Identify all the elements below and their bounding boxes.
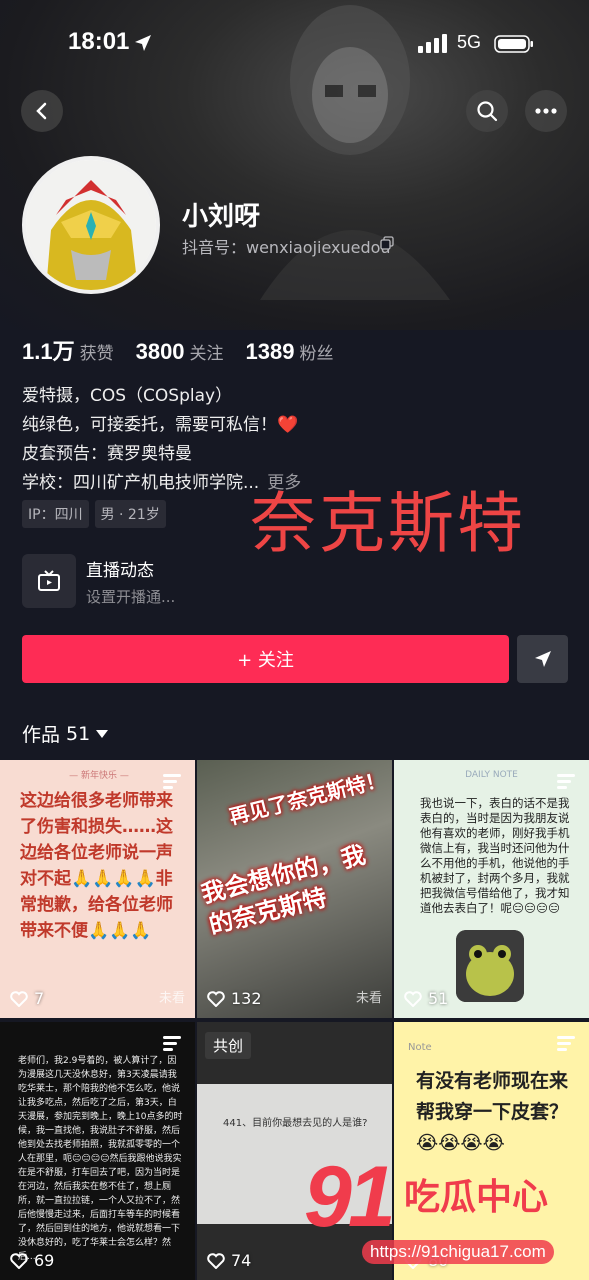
ip-tag: IP：四川 <box>22 500 89 528</box>
overlay-caption: 奈克斯特 <box>250 485 526 562</box>
heart-icon <box>10 1252 28 1269</box>
card-text: 老师们，我2.9号着的，被人算计了，因为漫展这几天没休息好，第3天凌晨请我吃华莱… <box>18 1056 183 1262</box>
card-question: 441、目前你最想去见的人是谁? <box>223 1118 368 1129</box>
stat-label: 粉丝 <box>299 344 334 364</box>
more-button[interactable] <box>525 90 567 132</box>
card-header: — 新年快乐 — <box>69 771 129 781</box>
profile-page: 18:01 5G 小刘呀 抖音号：wenxiaojiexuedou 1.1万 获… <box>0 0 589 1280</box>
location-arrow-icon <box>135 35 151 51</box>
status-bar: 18:01 5G <box>0 22 589 66</box>
stat-followers[interactable]: 1389 粉丝 <box>246 339 334 365</box>
copy-icon[interactable] <box>380 236 394 250</box>
stat-value: 1.1万 <box>22 339 75 364</box>
like-count: 7 <box>10 989 44 1008</box>
stat-likes[interactable]: 1.1万 获赞 <box>22 334 114 366</box>
video-card[interactable]: 再见了奈克斯特！ 我会想你的，我的奈克斯特 132 未看 <box>197 760 392 1018</box>
bio-line: 纯绿色，可接委托，需要可私信！❤️ <box>22 415 299 435</box>
video-card[interactable]: 老师们，我2.9号着的，被人算计了，因为漫展这几天没休息好，第3天凌晨请我吃华莱… <box>0 1022 195 1280</box>
watermark-url: https://91chigua17.com <box>362 1240 554 1264</box>
send-icon <box>534 651 551 667</box>
card-text-bottom: 我会想你的，我的奈克斯特 <box>198 840 369 940</box>
follow-button[interactable]: + 关注 <box>22 635 509 683</box>
avatar-mask-image <box>26 160 156 290</box>
card-text-top: 再见了奈克斯特！ <box>226 766 388 829</box>
live-subtitle: 设置开播通... <box>86 588 176 606</box>
like-value: 69 <box>34 1251 55 1270</box>
signal-icon <box>418 34 447 53</box>
like-value: 51 <box>428 989 449 1008</box>
watermark-logo: 91 吃瓜中心 https://91chigua17.com <box>300 1148 589 1280</box>
battery-icon <box>494 35 533 53</box>
like-value: 74 <box>231 1251 252 1270</box>
chevron-left-icon <box>36 102 47 120</box>
search-button[interactable] <box>466 90 508 132</box>
share-button[interactable] <box>517 635 568 683</box>
profile-stats: 1.1万 获赞 3800 关注 1389 粉丝 <box>22 334 356 366</box>
works-label: 作品 <box>22 724 61 746</box>
tv-icon <box>38 570 60 591</box>
back-button[interactable] <box>21 90 63 132</box>
video-card[interactable]: — 新年快乐 — 这边给很多老师带来了伤害和损失……这边给各位老师说一声对不起🙏… <box>0 760 195 1018</box>
like-count: 51 <box>404 989 448 1008</box>
like-count: 74 <box>207 1251 251 1270</box>
avatar[interactable] <box>22 156 160 294</box>
douyin-id: 抖音号：wenxiaojiexuedou <box>182 238 391 257</box>
like-value: 7 <box>34 989 45 1008</box>
stat-following[interactable]: 3800 关注 <box>136 339 224 365</box>
card-text: 这边给很多老师带来了伤害和损失……这边给各位老师说一声对不起🙏🙏🙏🙏非常抱歉，给… <box>20 791 173 941</box>
heart-icon <box>10 990 28 1007</box>
note-lines-icon <box>163 1036 181 1051</box>
watermark-number: 91 <box>304 1149 396 1245</box>
live-title: 直播动态 <box>86 561 154 581</box>
bio-line: 学校：四川矿产机电技师学院... <box>22 473 260 493</box>
frog-emoji-image <box>456 930 524 1002</box>
note-lines-icon <box>557 1036 575 1051</box>
bio-line: 皮套预告：赛罗奥特曼 <box>22 444 192 464</box>
like-count: 69 <box>10 1251 54 1270</box>
heart-icon <box>207 990 225 1007</box>
card-text: 有没有老师现在来帮我穿一下皮套？😭😭😭😭 <box>416 1070 569 1154</box>
network-type: 5G <box>457 32 482 52</box>
live-box <box>22 554 76 608</box>
bio-line: 爱特摄，COS（COSplay） <box>22 386 233 406</box>
search-icon <box>477 101 498 122</box>
unseen-label: 未看 <box>158 991 185 1006</box>
like-count: 132 <box>207 989 262 1008</box>
heart-icon <box>404 990 422 1007</box>
works-tab[interactable]: 作品 51 <box>22 720 109 747</box>
stat-value: 1389 <box>245 339 295 364</box>
stat-value: 3800 <box>135 339 185 364</box>
gender-age-tag: 男 · 21岁 <box>94 500 166 528</box>
nickname: 小刘呀 <box>182 202 261 232</box>
profile-tags: IP：四川 男 · 21岁 <box>22 500 172 528</box>
video-card[interactable]: DAILY NOTE 我也说一下，表白的话不是我表白的，当时是因为我朋友说他有喜… <box>394 760 589 1018</box>
stat-label: 关注 <box>189 344 224 364</box>
more-dots-icon <box>535 108 557 114</box>
heart-icon <box>207 1252 225 1269</box>
live-dynamics[interactable]: 直播动态 设置开播通... <box>22 554 402 610</box>
watermark-text: 吃瓜中心 <box>404 1177 549 1218</box>
status-time: 18:01 <box>68 28 130 55</box>
caret-down-icon <box>96 729 109 738</box>
note-lines-icon <box>557 774 575 789</box>
stat-label: 获赞 <box>79 344 114 364</box>
cocreate-badge: 共创 <box>205 1032 252 1059</box>
card-text: 我也说一下，表白的话不是我表白的，当时是因为我朋友说他有喜欢的老师，刚好我手机微… <box>420 796 570 915</box>
unseen-label: 未看 <box>355 991 382 1006</box>
card-note-label: Note <box>408 1042 432 1053</box>
like-value: 132 <box>231 989 262 1008</box>
works-count: 51 <box>66 722 91 745</box>
